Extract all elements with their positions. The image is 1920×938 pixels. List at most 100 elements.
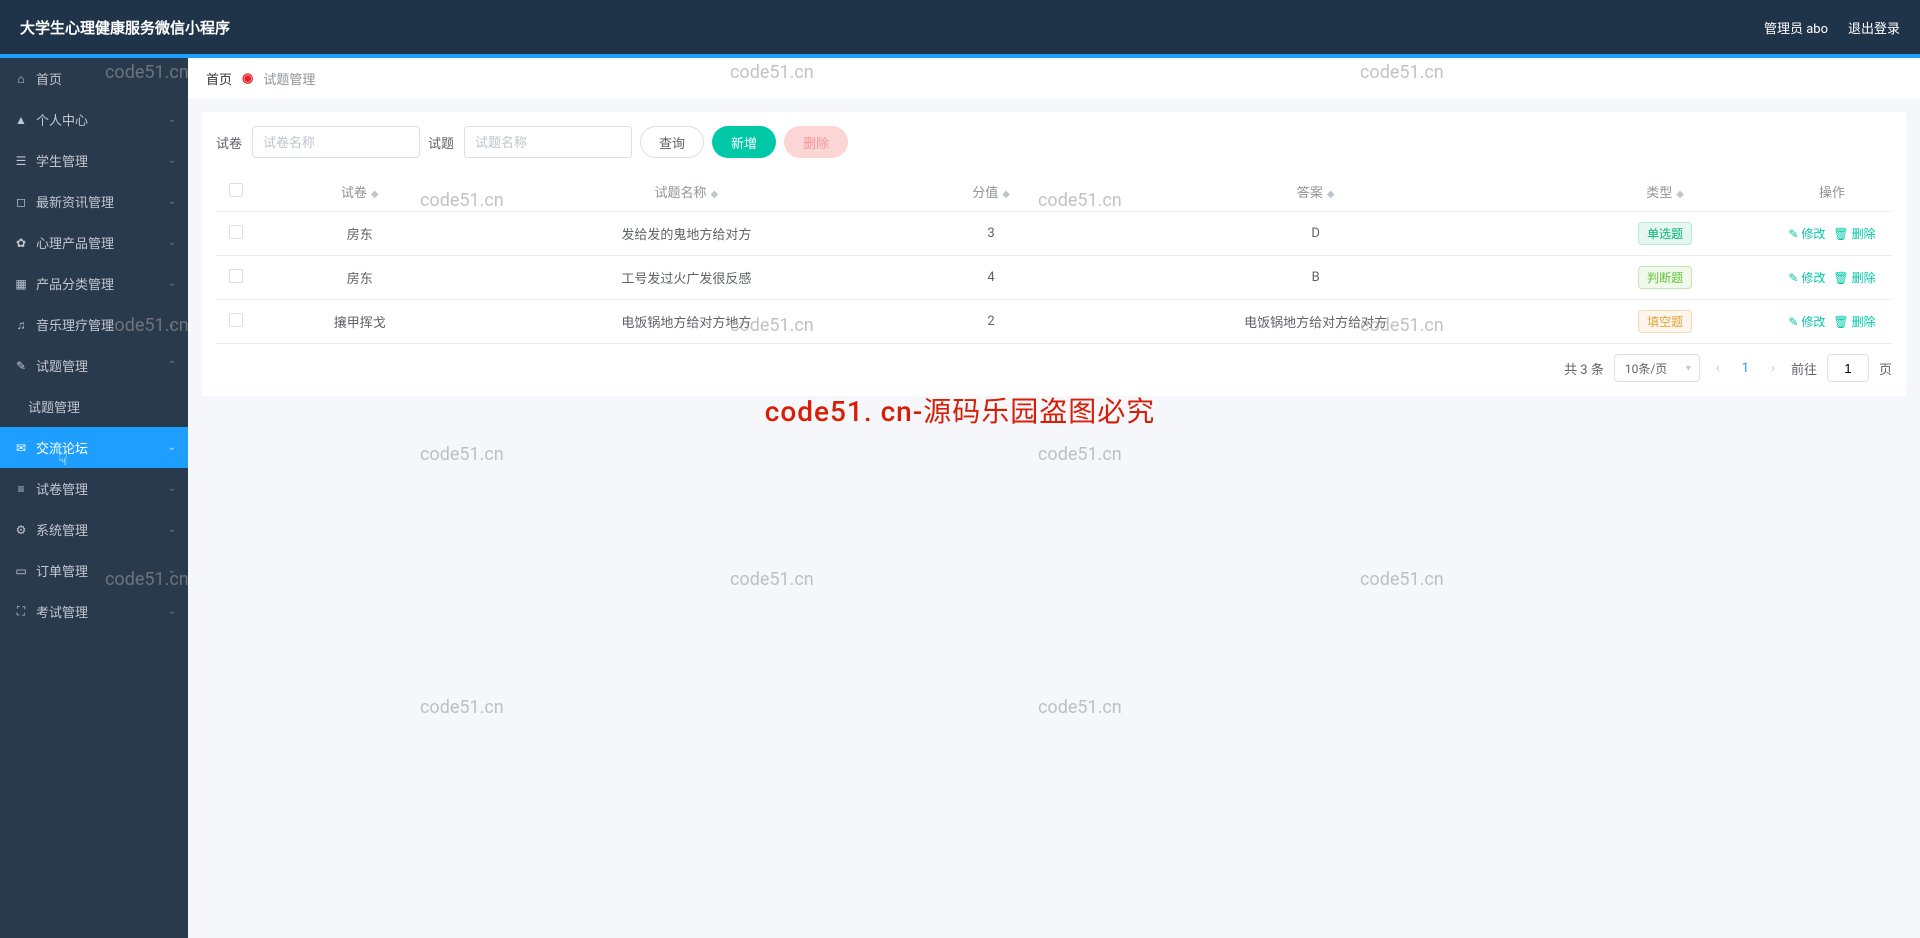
col-answer[interactable]: 答案	[1297, 186, 1323, 201]
sidebar-item-6[interactable]: ♫ 音乐理疗管理 ⌄	[0, 304, 188, 345]
sidebar-icon: ▦	[14, 277, 28, 291]
row-delete-link[interactable]: 🗑删除	[1833, 313, 1875, 330]
sidebar-icon: ▲	[14, 113, 28, 127]
sidebar-icon: ☰	[14, 154, 28, 168]
question-input[interactable]	[464, 126, 632, 158]
sidebar-item-label: 系统管理	[36, 520, 88, 539]
edit-icon: ✎	[1788, 227, 1798, 241]
sidebar-icon: ✿	[14, 236, 28, 250]
sidebar-item-label: 最新资讯管理	[36, 192, 114, 211]
sidebar-item-12[interactable]: ▭ 订单管理 ⌄	[0, 550, 188, 591]
page-suffix: 页	[1879, 359, 1892, 378]
row-delete-link[interactable]: 🗑删除	[1833, 225, 1875, 242]
row-delete-link[interactable]: 🗑删除	[1833, 269, 1875, 286]
chevron-down-icon: ⌄	[168, 483, 176, 494]
sidebar-item-label: 试卷管理	[36, 479, 88, 498]
sidebar-item-1[interactable]: ▲个人中心⌄	[0, 99, 188, 140]
sidebar-item-5[interactable]: ▦ 产品分类管理 ⌄	[0, 263, 188, 304]
cell-answer: D	[1073, 212, 1558, 256]
sidebar-icon: ▭	[14, 564, 28, 578]
page-number[interactable]: 1	[1736, 361, 1755, 376]
question-table: 试卷◆ 试题名称◆ 分值◆ 答案◆ 类型◆ 操作 房东发给发的鬼地方给对方3D单…	[216, 172, 1892, 344]
cell-answer: 电饭锅地方给对方给对方	[1073, 300, 1558, 344]
cell-answer: B	[1073, 256, 1558, 300]
sidebar-item-label: 首页	[36, 69, 62, 88]
query-button[interactable]: 查询	[640, 126, 704, 158]
add-button[interactable]: 新增	[712, 126, 776, 158]
edit-icon: ✎	[1788, 315, 1798, 329]
sort-icon[interactable]: ◆	[1676, 189, 1684, 200]
breadcrumb-sep-icon: ◉	[242, 71, 253, 86]
sidebar-icon: ♫	[14, 318, 28, 332]
trash-icon: 🗑	[1833, 315, 1848, 329]
chevron-down-icon: ⌄	[168, 114, 176, 125]
sidebar-icon: ◻	[14, 195, 28, 209]
cell-score: 4	[909, 256, 1073, 300]
topbar: 大学生心理健康服务微信小程序 管理员 abo 退出登录	[0, 0, 1920, 54]
next-page-icon[interactable]: ›	[1765, 361, 1781, 376]
sidebar-item-label: 试题管理	[28, 397, 80, 416]
select-all-checkbox[interactable]	[229, 183, 243, 197]
trash-icon: 🗑	[1833, 227, 1848, 241]
sidebar: ⌂首页▲个人中心⌄☰学生管理⌄◻最新资讯管理⌄✿心理产品管理⌄▦产品分类管理⌄♫…	[0, 58, 188, 938]
logout-link[interactable]: 退出登录	[1848, 18, 1900, 37]
edit-link[interactable]: ✎修改	[1788, 313, 1825, 330]
sidebar-item-9[interactable]: ✉交流论坛⌄	[0, 427, 188, 468]
paper-input[interactable]	[252, 126, 420, 158]
sidebar-icon: ⛶	[14, 605, 28, 619]
type-tag: 判断题	[1638, 266, 1692, 289]
table-row: 攘甲挥戈电饭锅地方给对方地方2电饭锅地方给对方给对方填空题✎修改🗑删除	[216, 300, 1892, 344]
sidebar-item-label: 考试管理	[36, 602, 88, 621]
chevron-down-icon: ⌄	[168, 524, 176, 535]
sidebar-item-label: 产品分类管理	[36, 274, 114, 293]
goto-input[interactable]	[1827, 354, 1869, 382]
sidebar-item-0[interactable]: ⌂首页	[0, 58, 188, 99]
app-title: 大学生心理健康服务微信小程序	[20, 17, 230, 38]
chevron-up-icon: ⌃	[168, 360, 176, 371]
sort-icon[interactable]: ◆	[1002, 189, 1010, 200]
page-size-select[interactable]: 10条/页	[1614, 354, 1700, 382]
sidebar-icon: ⚙	[14, 523, 28, 537]
sidebar-item-7[interactable]: ✎试题管理⌃	[0, 345, 188, 386]
chevron-down-icon: ⌄	[168, 278, 176, 289]
col-score[interactable]: 分值	[972, 186, 998, 201]
cell-qname: 电饭锅地方给对方地方	[464, 300, 910, 344]
sidebar-item-label: 交流论坛	[36, 438, 88, 457]
col-paper[interactable]: 试卷	[341, 186, 367, 201]
row-checkbox[interactable]	[229, 225, 243, 239]
admin-label[interactable]: 管理员 abo	[1764, 18, 1828, 37]
sidebar-item-label: 音乐理疗管理	[36, 315, 114, 334]
chevron-down-icon: ⌄	[168, 565, 176, 576]
sidebar-item-2[interactable]: ☰学生管理⌄	[0, 140, 188, 181]
col-type[interactable]: 类型	[1646, 186, 1672, 201]
edit-link[interactable]: ✎修改	[1788, 269, 1825, 286]
cell-paper: 攘甲挥戈	[256, 300, 464, 344]
chevron-down-icon: ⌄	[168, 606, 176, 617]
row-checkbox[interactable]	[229, 269, 243, 283]
sidebar-item-4[interactable]: ✿心理产品管理⌄	[0, 222, 188, 263]
sidebar-item-8[interactable]: 试题管理	[0, 386, 188, 427]
sidebar-icon: ✎	[14, 359, 28, 373]
breadcrumb-current: 试题管理	[263, 69, 315, 88]
col-qname[interactable]: 试题名称	[654, 186, 706, 201]
edit-icon: ✎	[1788, 271, 1798, 285]
cell-qname: 工号发过火广发很反感	[464, 256, 910, 300]
sort-icon[interactable]: ◆	[371, 189, 379, 200]
cell-score: 2	[909, 300, 1073, 344]
edit-link[interactable]: ✎修改	[1788, 225, 1825, 242]
trash-icon: 🗑	[1833, 271, 1848, 285]
sidebar-item-13[interactable]: ⛶ 考试管理 ⌄	[0, 591, 188, 632]
chevron-down-icon: ⌄	[168, 196, 176, 207]
sort-icon[interactable]: ◆	[1327, 189, 1335, 200]
row-checkbox[interactable]	[229, 313, 243, 327]
paper-label: 试卷	[216, 133, 242, 152]
sidebar-item-11[interactable]: ⚙ 系统管理 ⌄	[0, 509, 188, 550]
sidebar-item-label: 订单管理	[36, 561, 88, 580]
sort-icon[interactable]: ◆	[710, 189, 718, 200]
sidebar-item-3[interactable]: ◻ 最新资讯管理 ⌄	[0, 181, 188, 222]
delete-button[interactable]: 删除	[784, 126, 848, 158]
breadcrumb-home[interactable]: 首页	[206, 69, 232, 88]
prev-page-icon[interactable]: ‹	[1710, 361, 1726, 376]
chevron-down-icon: ⌄	[168, 319, 176, 330]
sidebar-item-10[interactable]: ≡试卷管理⌄	[0, 468, 188, 509]
